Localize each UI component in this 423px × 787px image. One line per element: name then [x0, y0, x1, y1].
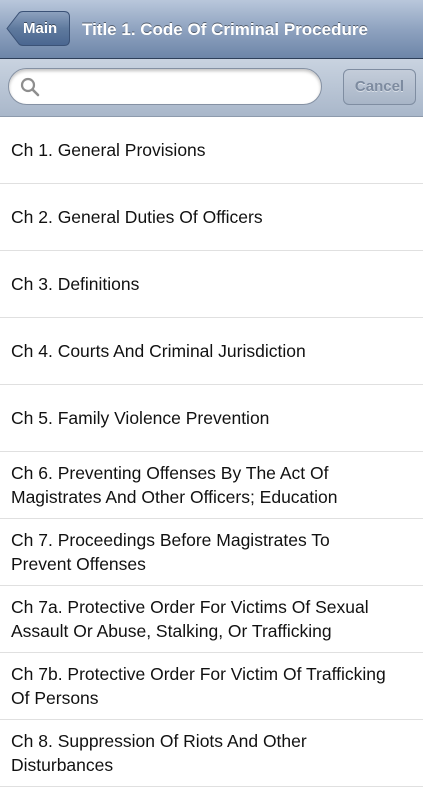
search-bar: Cancel	[0, 59, 423, 117]
chapter-list: Ch 1. General Provisions Ch 2. General D…	[0, 117, 423, 787]
list-item[interactable]: Ch 1. General Provisions	[0, 117, 423, 184]
list-item[interactable]: Ch 5. Family Violence Prevention	[0, 385, 423, 452]
back-button-label: Main	[23, 20, 58, 37]
back-button[interactable]: Main	[6, 11, 70, 46]
search-icon	[20, 77, 40, 97]
list-item-label: Ch 2. General Duties Of Officers	[11, 207, 263, 227]
list-item[interactable]: Ch 4. Courts And Criminal Jurisdiction	[0, 318, 423, 385]
list-item[interactable]: Ch 7. Proceedings Before Magistrates To …	[0, 519, 423, 586]
cancel-button[interactable]: Cancel	[343, 69, 416, 105]
list-item[interactable]: Ch 3. Definitions	[0, 251, 423, 318]
list-item-label: Ch 3. Definitions	[11, 274, 140, 294]
list-item[interactable]: Ch 2. General Duties Of Officers	[0, 184, 423, 251]
list-item-label: Ch 7. Proceedings Before Magistrates To …	[11, 530, 330, 574]
list-item[interactable]: Ch 7b. Protective Order For Victim Of Tr…	[0, 653, 423, 720]
list-item[interactable]: Ch 6. Preventing Offenses By The Act Of …	[0, 452, 423, 519]
page-title: Title 1. Code Of Criminal Procedure	[82, 20, 368, 39]
list-item-label: Ch 5. Family Violence Prevention	[11, 408, 270, 428]
search-field[interactable]	[8, 68, 322, 105]
list-item-label: Ch 4. Courts And Criminal Jurisdiction	[11, 341, 306, 361]
list-item-label: Ch 7b. Protective Order For Victim Of Tr…	[11, 664, 386, 708]
search-input[interactable]	[47, 75, 319, 101]
list-item-label: Ch 8. Suppression Of Riots And Other Dis…	[11, 731, 307, 775]
list-item[interactable]: Ch 7a. Protective Order For Victims Of S…	[0, 586, 423, 653]
navigation-bar: Main Title 1. Code Of Criminal Procedure	[0, 0, 423, 59]
list-item[interactable]: Ch 8. Suppression Of Riots And Other Dis…	[0, 720, 423, 787]
list-item-label: Ch 6. Preventing Offenses By The Act Of …	[11, 463, 338, 507]
list-item-label: Ch 1. General Provisions	[11, 140, 206, 160]
list-item-label: Ch 7a. Protective Order For Victims Of S…	[11, 597, 369, 641]
